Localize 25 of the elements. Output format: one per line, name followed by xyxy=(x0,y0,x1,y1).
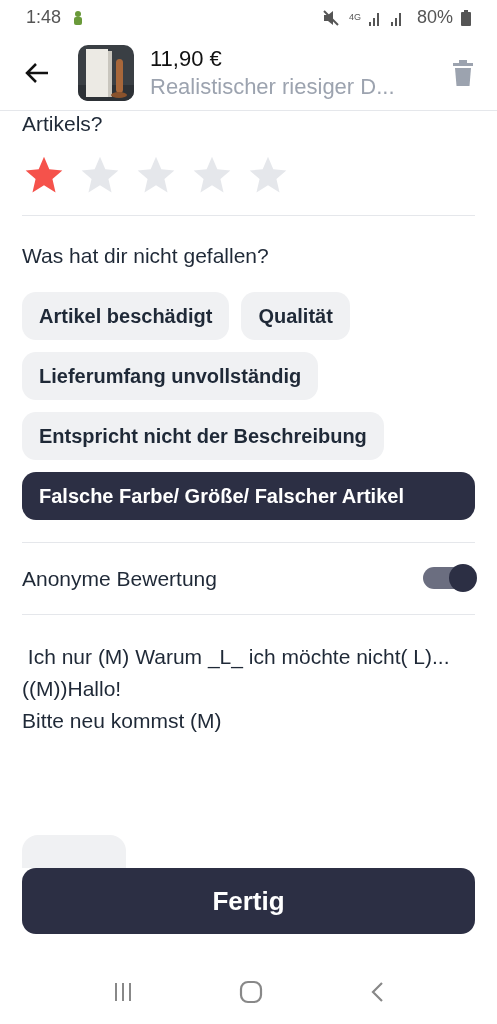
network-label: 4G xyxy=(348,13,361,22)
dislike-question: Was hat dir nicht gefallen? xyxy=(22,243,270,269)
option-chip[interactable]: Artikel beschädigt xyxy=(22,291,230,340)
comment-field[interactable]: Ich nur (M) Warum _L_ ich möchte nicht( L)... ((M))Hallo! Bitte neu kommst (M) xyxy=(22,641,475,835)
anonymous-toggle[interactable] xyxy=(423,567,475,590)
rating-question: Artikels? xyxy=(22,113,104,135)
recent-apps-icon[interactable] xyxy=(113,982,134,1002)
option-chip[interactable]: Entspricht nicht der Beschreibung xyxy=(22,411,384,460)
notification-icon xyxy=(73,9,84,26)
mute-icon xyxy=(322,9,341,26)
product-title: Realistischer riesiger D... xyxy=(150,72,396,101)
option-chip[interactable]: Lieferumfang unvollständig xyxy=(22,351,319,400)
option-chip[interactable]: Falsche Farbe/ Größe/ Falscher Artikel xyxy=(22,471,475,520)
product-price: 11,90 € xyxy=(150,44,223,73)
battery-percent: 80% xyxy=(416,6,453,29)
battery-icon xyxy=(461,9,471,26)
anonymous-label: Anonyme Bewertung xyxy=(22,565,217,592)
add-photo-tile[interactable] xyxy=(22,835,126,868)
home-icon[interactable] xyxy=(239,980,264,1004)
back-icon[interactable] xyxy=(24,61,50,84)
back-nav-icon[interactable] xyxy=(369,981,384,1003)
option-chip[interactable]: Qualität xyxy=(241,291,350,340)
done-button[interactable]: Fertig xyxy=(22,868,475,934)
status-time: 1:48 xyxy=(26,6,62,29)
trash-icon[interactable] xyxy=(453,59,473,86)
